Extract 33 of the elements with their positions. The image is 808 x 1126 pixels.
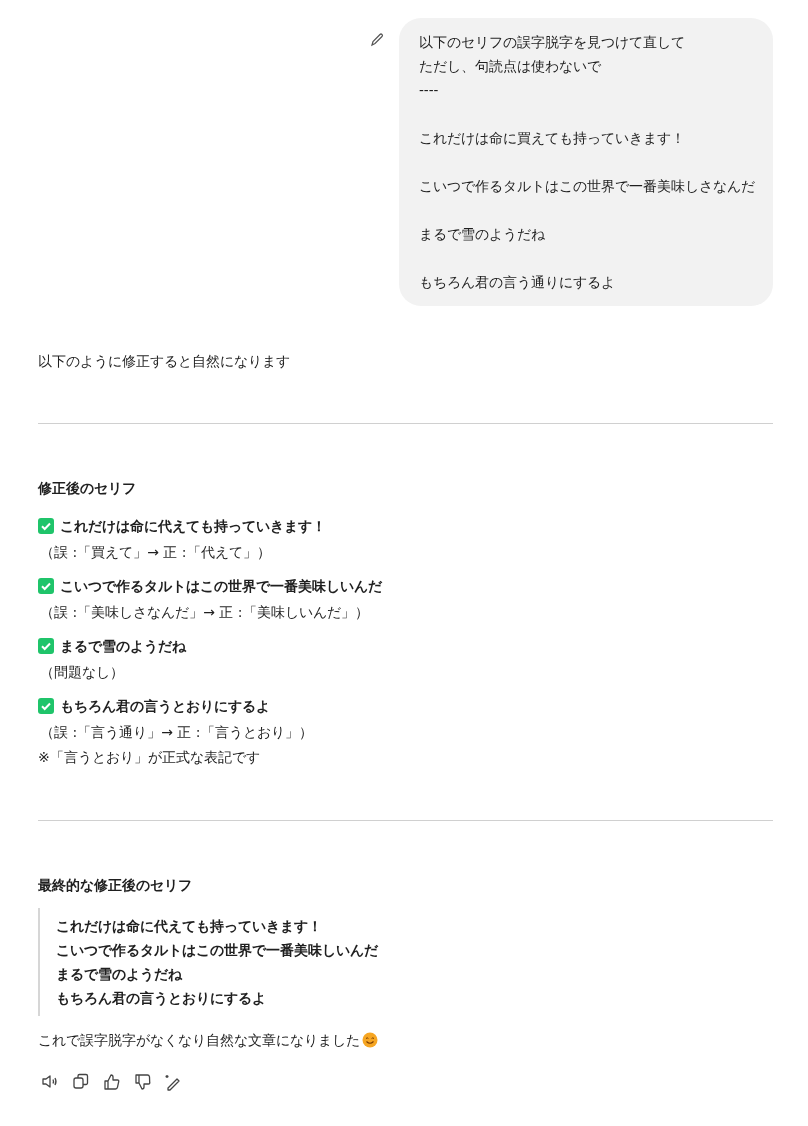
- check-icon: [38, 698, 54, 714]
- corrected-line: これだけは命に代えても持っていきます！: [60, 517, 326, 536]
- message-text: まるで雪のようだね: [419, 225, 546, 244]
- check-icon: [38, 638, 54, 654]
- corrected-line: もちろん君の言うとおりにするよ: [60, 697, 270, 716]
- copy-icon[interactable]: [71, 1072, 90, 1091]
- footnote: ※「言うとおり」が正式な表記です: [38, 748, 261, 767]
- correction-note: （問題なし）: [39, 663, 125, 682]
- message-text: もちろん君の言う通りにするよ: [419, 273, 616, 292]
- closing-text: これで誤字脱字がなくなり自然な文章になりました: [38, 1031, 360, 1050]
- edit-icon[interactable]: [369, 32, 385, 48]
- quote-line: まるで雪のようだね: [56, 965, 183, 984]
- message-text: 以下のセリフの誤字脱字を見つけて直して: [419, 33, 686, 52]
- message-text: これだけは命に買えても持っていきます！: [419, 129, 686, 148]
- quote-line: もちろん君の言うとおりにするよ: [56, 989, 267, 1008]
- check-icon: [38, 518, 54, 534]
- correction-note: （誤 :「美味しさなんだ」→ 正 :「美味しいんだ」）: [39, 603, 370, 622]
- section-heading: 最終的な修正後のセリフ: [38, 876, 193, 895]
- section-heading: 修正後のセリフ: [38, 479, 137, 498]
- corrected-line: まるで雪のようだね: [60, 637, 186, 656]
- message-text: こいつで作るタルトはこの世界で一番美味しさなんだ: [419, 177, 755, 196]
- quote-line: こいつで作るタルトはこの世界で一番美味しいんだ: [56, 941, 379, 960]
- check-icon: [38, 578, 54, 594]
- correction-note: （誤 :「言う通り」→ 正 :「言うとおり」）: [39, 723, 314, 742]
- response-text: 以下のように修正すると自然になります: [38, 352, 291, 371]
- correction-note: （誤 :「買えて」→ 正 :「代えて」）: [39, 543, 272, 562]
- message-text: ----: [419, 81, 440, 100]
- thumbs-down-icon[interactable]: [133, 1072, 152, 1091]
- message-text: ただし、句読点は使わないで: [419, 57, 602, 76]
- thumbs-up-icon[interactable]: [102, 1072, 121, 1091]
- corrected-line: こいつで作るタルトはこの世界で一番美味しいんだ: [60, 577, 382, 596]
- quote-line: これだけは命に代えても持っていきます！: [56, 917, 323, 936]
- smiley-icon: [362, 1032, 378, 1048]
